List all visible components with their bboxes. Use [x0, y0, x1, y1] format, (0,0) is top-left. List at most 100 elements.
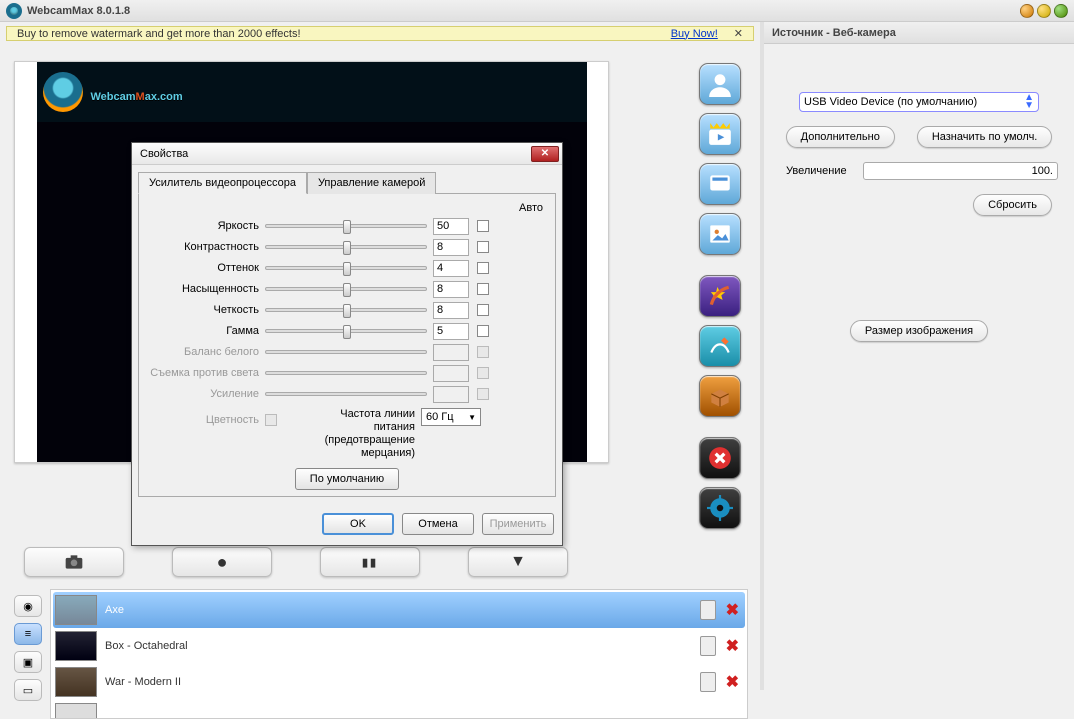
dialog-close-button[interactable]: ✕ — [531, 146, 559, 162]
gain-auto-checkbox — [477, 388, 489, 400]
powerline-freq-label: Частота линии питания (предотвращение ме… — [301, 408, 421, 460]
dropdown-arrows-icon: ▲▼ — [1024, 94, 1034, 110]
reset-button[interactable]: Сбросить — [973, 194, 1052, 216]
gamma-auto-checkbox[interactable] — [477, 325, 489, 337]
saturation-slider[interactable] — [265, 287, 427, 291]
sharpness-slider[interactable] — [265, 308, 427, 312]
gain-label: Усиление — [145, 388, 265, 400]
sharpness-label: Четкость — [145, 304, 265, 316]
brightness-slider[interactable] — [265, 224, 427, 228]
source-image-button[interactable] — [699, 213, 741, 255]
snapshot-button[interactable] — [24, 547, 124, 577]
delete-effect-icon[interactable]: ✖ — [726, 600, 739, 620]
white-balance-row: Баланс белого — [145, 342, 549, 362]
logo-banner: WebcamMax.com — [37, 62, 587, 122]
buy-now-link[interactable]: Buy Now! — [671, 28, 718, 40]
app-icon — [6, 3, 22, 19]
hue-label: Оттенок — [145, 262, 265, 274]
brightness-row: Яркость 50 — [145, 216, 549, 236]
dialog-titlebar[interactable]: Свойства ✕ — [132, 143, 562, 165]
device-dropdown[interactable]: USB Video Device (по умолчанию) ▲▼ — [799, 92, 1039, 112]
contrast-row: Контрастность 8 — [145, 237, 549, 257]
white-balance-slider — [265, 350, 427, 354]
window-help[interactable] — [1037, 4, 1051, 18]
gamma-value[interactable]: 5 — [433, 323, 469, 340]
sharpness-auto-checkbox[interactable] — [477, 304, 489, 316]
apply-button[interactable]: Применить — [482, 513, 554, 535]
logo-eye-icon — [43, 72, 83, 112]
chroma-checkbox — [265, 414, 277, 426]
hue-value[interactable]: 4 — [433, 260, 469, 277]
auto-column-header: Авто — [145, 202, 549, 214]
powerline-freq-select[interactable]: 60 Гц▼ — [421, 408, 481, 426]
list-view-button[interactable]: ≡ — [14, 623, 42, 645]
cancel-dialog-button[interactable]: Отмена — [402, 513, 474, 535]
contrast-slider[interactable] — [265, 245, 427, 249]
brightness-auto-checkbox[interactable] — [477, 220, 489, 232]
contrast-auto-checkbox[interactable] — [477, 241, 489, 253]
ok-button[interactable]: OK — [322, 513, 394, 535]
window-close[interactable] — [1054, 4, 1068, 18]
effect-row[interactable]: Axe ✖ — [53, 592, 745, 628]
zoom-label: Увеличение — [786, 165, 847, 177]
effect-thumb — [55, 631, 97, 661]
hue-auto-checkbox[interactable] — [477, 262, 489, 274]
list-film-button[interactable]: ▭ — [14, 679, 42, 701]
hue-slider[interactable] — [265, 266, 427, 270]
clipboard-icon[interactable] — [700, 636, 716, 656]
backlight-value — [433, 365, 469, 382]
effects-list[interactable]: Axe ✖ Box - Octahedral ✖ War - Modern II… — [50, 589, 748, 719]
source-desktop-button[interactable] — [699, 163, 741, 205]
tab-video-proc-amp[interactable]: Усилитель видеопроцессора — [138, 172, 307, 194]
hue-row: Оттенок 4 — [145, 258, 549, 278]
effects-wizard-button[interactable] — [699, 275, 741, 317]
download-button[interactable]: ▼ — [468, 547, 568, 577]
list-info-button[interactable]: ◉ — [14, 595, 42, 617]
gamma-slider[interactable] — [265, 329, 427, 333]
tab-camera-control[interactable]: Управление камерой — [307, 172, 436, 194]
record-button[interactable]: ● — [172, 547, 272, 577]
clipboard-icon[interactable] — [700, 600, 716, 620]
effect-thumb — [55, 667, 97, 697]
brightness-value[interactable]: 50 — [433, 218, 469, 235]
backlight-label: Съемка против света — [145, 367, 265, 379]
effect-thumb — [55, 595, 97, 625]
delete-effect-icon[interactable]: ✖ — [726, 672, 739, 692]
gain-slider — [265, 392, 427, 396]
effect-name: War - Modern II — [105, 676, 700, 688]
zoom-value-field[interactable]: 100. — [863, 162, 1058, 180]
effect-row[interactable]: Box - Octahedral ✖ — [53, 628, 745, 664]
saturation-value[interactable]: 8 — [433, 281, 469, 298]
saturation-auto-checkbox[interactable] — [477, 283, 489, 295]
white-balance-auto-checkbox — [477, 346, 489, 358]
pause-button[interactable]: ▮▮ — [320, 547, 420, 577]
contrast-value[interactable]: 8 — [433, 239, 469, 256]
brightness-label: Яркость — [145, 220, 265, 232]
promo-text: Buy to remove watermark and get more tha… — [17, 28, 301, 40]
gain-row: Усиление — [145, 384, 549, 404]
sharpness-value[interactable]: 8 — [433, 302, 469, 319]
source-person-button[interactable] — [699, 63, 741, 105]
promo-close-icon[interactable]: ✕ — [734, 27, 743, 40]
clipboard-icon[interactable] — [700, 672, 716, 692]
set-default-button[interactable]: Назначить по умолч. — [917, 126, 1053, 148]
delete-effect-icon[interactable]: ✖ — [726, 636, 739, 656]
settings-button[interactable] — [699, 487, 741, 529]
sharpness-row: Четкость 8 — [145, 300, 549, 320]
saturation-label: Насыщенность — [145, 283, 265, 295]
gamma-label: Гамма — [145, 325, 265, 337]
backlight-row: Съемка против света — [145, 363, 549, 383]
download-effects-button[interactable] — [699, 375, 741, 417]
advanced-button[interactable]: Дополнительно — [786, 126, 895, 148]
list-grid-button[interactable]: ▣ — [14, 651, 42, 673]
effect-row[interactable]: War - Modern II ✖ — [53, 664, 745, 700]
backlight-slider — [265, 371, 427, 375]
doodle-button[interactable] — [699, 325, 741, 367]
window-minimize[interactable] — [1020, 4, 1034, 18]
image-size-button[interactable]: Размер изображения — [850, 320, 988, 342]
source-media-button[interactable] — [699, 113, 741, 155]
defaults-button[interactable]: По умолчанию — [295, 468, 399, 490]
effect-name: Axe — [105, 604, 700, 616]
cancel-button[interactable] — [699, 437, 741, 479]
effect-row[interactable] — [53, 700, 745, 719]
